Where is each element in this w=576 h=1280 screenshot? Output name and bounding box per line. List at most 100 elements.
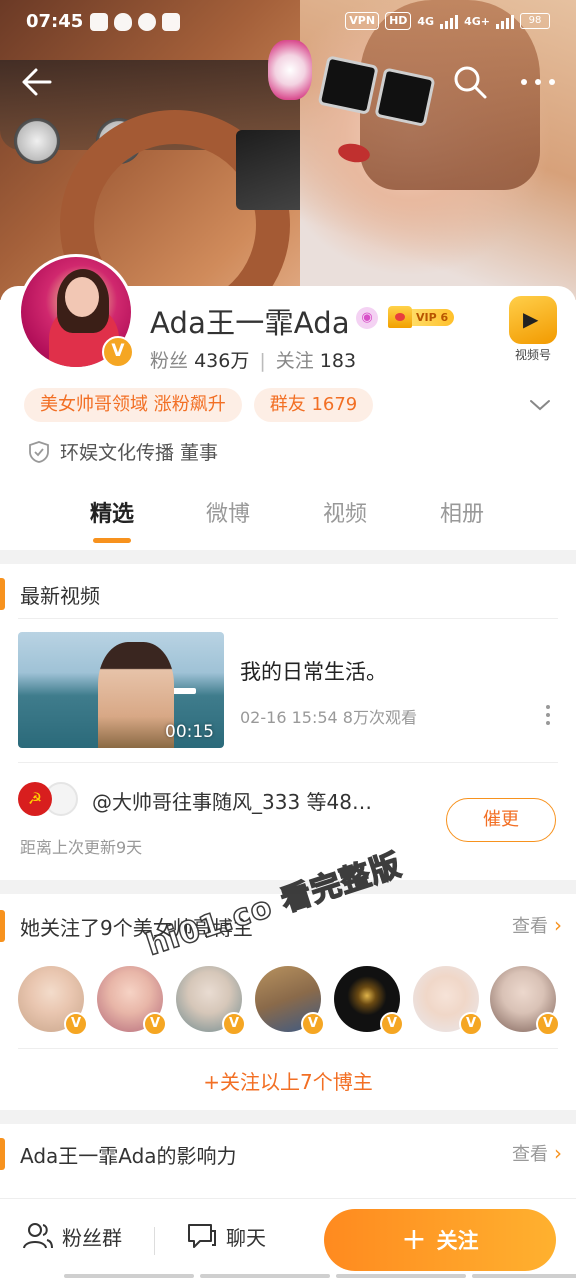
verified-badge-icon: V (380, 1012, 404, 1036)
video-channel-icon (509, 296, 557, 344)
divider (18, 762, 558, 763)
cover-gauge-left (14, 118, 60, 164)
tab-weibo[interactable]: 微博 (178, 496, 278, 528)
following-avatar-7[interactable]: V (490, 966, 560, 1036)
following-avatar-6[interactable]: V (413, 966, 483, 1036)
chevron-right-icon: › (554, 913, 562, 937)
shield-icon (29, 440, 49, 463)
following-avatar-1[interactable]: V (18, 966, 88, 1036)
section-gap (0, 1110, 576, 1124)
following-count: 183 (319, 350, 357, 372)
gallery-notification-icon (162, 13, 180, 31)
vip-badge[interactable]: VIP 6 (388, 306, 455, 328)
view-more-label: 查看 (512, 1144, 548, 1165)
company-text: 环娱文化传播 董事 (60, 442, 219, 464)
verified-badge-icon: V (102, 336, 134, 368)
following-avatar-4[interactable]: V (255, 966, 325, 1036)
urge-update-button[interactable]: 催更 (446, 798, 556, 842)
tab-album[interactable]: 相册 (412, 496, 512, 528)
profile-tags: 美女帅哥领域 涨粉飙升 群友 1679 (24, 388, 374, 422)
tag-fan-group[interactable]: 群友 1679 (253, 388, 374, 422)
signal-icon-1 (440, 13, 459, 29)
tab-video[interactable]: 视频 (295, 496, 395, 528)
latest-video-header: 最新视频 (0, 574, 576, 614)
thumbnail-person (98, 642, 174, 748)
video-channel-button[interactable]: 视频号 (496, 296, 570, 372)
verified-badge-icon: V (64, 1012, 88, 1036)
following-avatar-3[interactable]: V (176, 966, 246, 1036)
last-update-text: 距离上次更新9天 (20, 838, 143, 857)
back-arrow-icon[interactable] (18, 64, 54, 100)
tag-field-trend[interactable]: 美女帅哥领域 涨粉飙升 (24, 388, 242, 422)
cloud-icon (114, 13, 132, 31)
chat-icon (188, 1224, 216, 1248)
fans-group-label: 粉丝群 (62, 1225, 122, 1250)
tab-album-label: 相册 (439, 502, 484, 527)
network-label-2: 4G+ (464, 14, 490, 28)
app-notification-icon (90, 13, 108, 31)
following-stat[interactable]: 关注 183 (276, 350, 356, 372)
fans-label: 粉丝 (150, 350, 189, 372)
video-title[interactable]: 我的日常生活。 (240, 656, 387, 686)
section-gap (0, 550, 576, 564)
hd-indicator: HD (385, 12, 412, 30)
profile-card: V Ada王一霏Ada ◉ VIP 6 粉丝 436万 | 关注 183 视频号 美… (0, 254, 576, 548)
search-tag-icon[interactable]: ◉ (356, 307, 378, 329)
section-accent-bar (0, 578, 5, 610)
chevron-down-icon[interactable] (528, 394, 552, 416)
crown-icon (388, 306, 412, 328)
following-view-more[interactable]: 查看 › (512, 912, 562, 938)
verified-badge-icon: V (143, 1012, 167, 1036)
top-navigation (0, 60, 576, 104)
cover-console-screen (236, 130, 308, 210)
search-icon[interactable] (452, 64, 488, 100)
following-avatar-2[interactable]: V (97, 966, 167, 1036)
fans-count: 436万 (194, 350, 250, 372)
video-duration: 00:15 (165, 722, 214, 742)
follow-all-button[interactable]: +关注以上7个博主 (0, 1066, 576, 1095)
following-avatars: V V V V V V V (18, 966, 560, 1036)
follow-button[interactable]: + 关注 (324, 1209, 556, 1271)
profile-tabs: 精选 微博 视频 相册 (0, 496, 576, 546)
vip-level: VIP 6 (408, 308, 455, 326)
influence-header: Ada王一霏Ada的影响力 查看 › (0, 1134, 576, 1174)
tab-video-label: 视频 (322, 502, 367, 527)
chevron-right-icon: › (554, 1141, 562, 1165)
network-label-1: 4G (417, 14, 435, 28)
requester-list[interactable]: @大帅哥往事随风_333 等48… (92, 786, 432, 815)
video-meta: 02-16 15:54 8万次观看 (240, 708, 417, 727)
tab-featured[interactable]: 精选 (62, 496, 162, 543)
section-accent-bar (0, 910, 5, 942)
fans-stat[interactable]: 粉丝 436万 (150, 350, 249, 372)
section-accent-bar (0, 1138, 5, 1170)
home-indicator (64, 1274, 576, 1278)
influence-view-more[interactable]: 查看 › (512, 1140, 562, 1166)
video-more-icon[interactable] (544, 704, 552, 726)
influence-title: Ada王一霏Ada的影响力 (20, 1144, 237, 1168)
chat-button[interactable]: 聊天 (186, 1221, 266, 1251)
vpn-indicator: VPN (345, 12, 380, 30)
bottom-separator (154, 1227, 155, 1255)
verified-badge-icon: V (301, 1012, 325, 1036)
more-options-icon[interactable] (518, 64, 558, 100)
group-icon (23, 1223, 53, 1249)
video-thumbnail[interactable]: 00:15 (18, 632, 224, 748)
status-bar: 07:45 VPN HD 4G 4G+ 98 (0, 0, 576, 46)
bottom-action-bar: 粉丝群 聊天 + 关注 (0, 1198, 576, 1280)
verified-badge-icon: V (222, 1012, 246, 1036)
verified-badge-icon: V (459, 1012, 483, 1036)
requester-avatar-flag-icon: ☭ (18, 782, 52, 816)
following-label: 关注 (275, 350, 314, 372)
divider (18, 1048, 558, 1049)
company-info: 环娱文化传播 董事 (28, 438, 218, 465)
signal-icon-2 (496, 13, 514, 29)
profile-name: Ada王一霏Ada (150, 306, 350, 340)
latest-video-title: 最新视频 (20, 584, 100, 608)
verified-badge-icon: V (536, 1012, 560, 1036)
tab-weibo-label: 微博 (205, 502, 250, 527)
stats-separator: | (259, 350, 266, 372)
divider (18, 618, 558, 619)
follow-label: 关注 (436, 1229, 479, 1253)
fans-group-button[interactable]: 粉丝群 (22, 1221, 122, 1251)
following-avatar-5[interactable]: V (334, 966, 404, 1036)
